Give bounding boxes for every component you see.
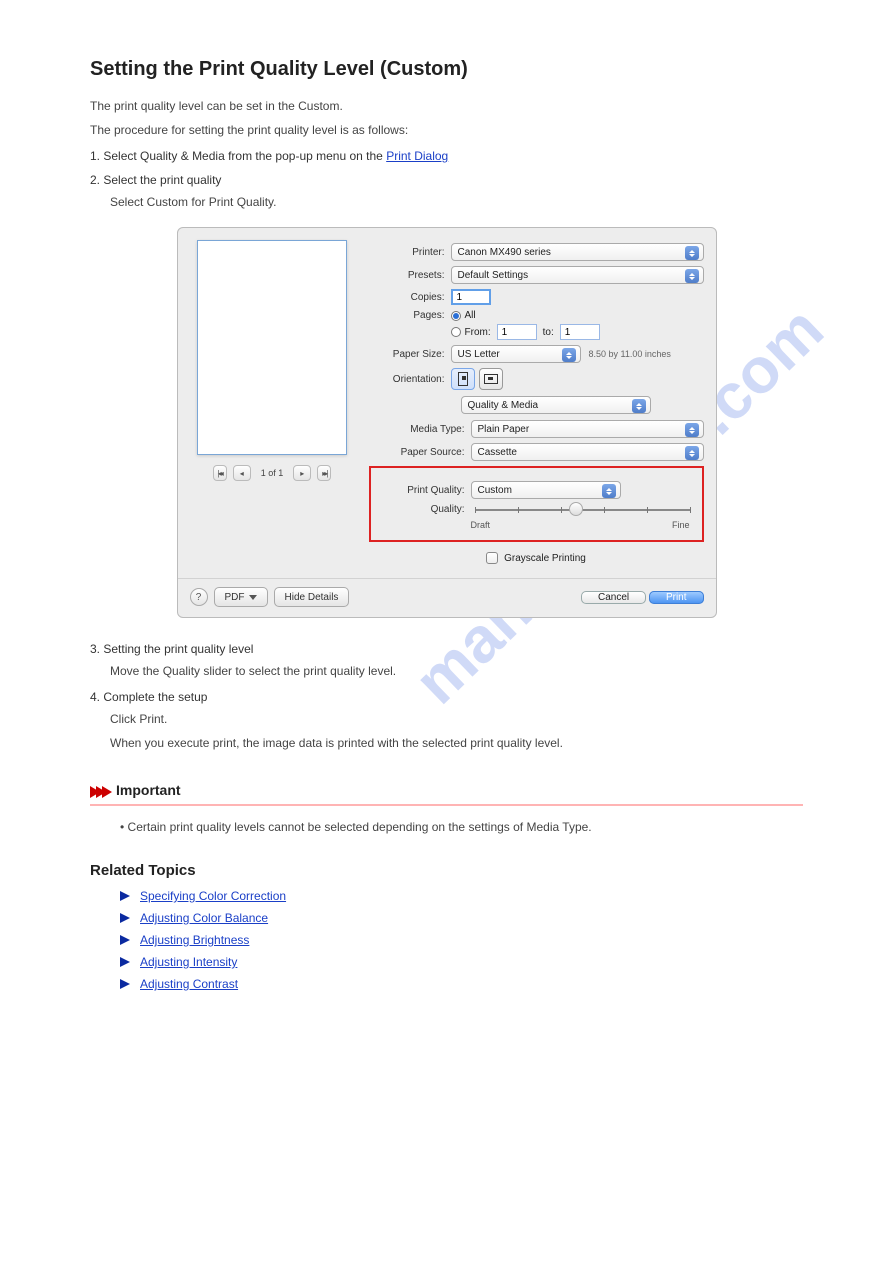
important-label: Important [116,782,181,798]
page-title: Setting the Print Quality Level (Custom) [90,58,803,81]
quality-min: Draft [471,520,491,530]
pages-all-radio[interactable] [451,311,461,321]
pages-from-input[interactable] [497,324,537,340]
pages-from-label: From: [465,327,491,338]
portrait-icon [458,372,468,386]
pages-to-label: to: [543,327,554,338]
step-subtext: Select Custom for Print Quality. [110,193,803,211]
presets-select[interactable]: Default Settings [451,266,704,284]
next-page-button[interactable]: ▸ [293,465,311,481]
section-popup[interactable]: Quality & Media [461,396,651,414]
hide-details-button[interactable]: Hide Details [274,587,350,607]
print-dialog-link[interactable]: Print Dialog [386,149,448,163]
print-dialog: |◂◂ ◂ 1 of 1 ▸ ▸▸| Printer: Canon MX490 … [177,227,717,618]
caret-icon [632,399,646,413]
prev-page-button[interactable]: ◂ [233,465,251,481]
grayscale-label: Grayscale Printing [504,553,586,564]
related-title: Related Topics [90,862,803,879]
step-number: 4. [90,690,100,704]
preview-nav: |◂◂ ◂ 1 of 1 ▸ ▸▸| [213,465,332,481]
important-divider [90,804,803,806]
arrow-icon [120,979,130,989]
paper-source-select[interactable]: Cassette [471,443,704,461]
help-button[interactable]: ? [190,588,208,606]
paper-size-label: Paper Size: [369,349,451,360]
pages-to-input[interactable] [560,324,600,340]
media-type-select[interactable]: Plain Paper [471,420,704,438]
media-type-label: Media Type: [369,424,471,435]
quality-slider[interactable] [475,505,690,515]
important-text: Certain print quality levels cannot be s… [128,820,592,834]
related-link[interactable]: Adjusting Contrast [140,977,238,991]
pages-all-text: All [465,310,476,321]
dropdown-icon [249,595,257,600]
arrow-icon [120,891,130,901]
proc-title: The procedure for setting the print qual… [90,121,803,139]
printer-label: Printer: [369,247,451,258]
arrow-icon [120,935,130,945]
step-text: Select Quality & Media from the pop-up m… [103,149,386,163]
slider-thumb[interactable] [569,502,583,516]
important-heading: Important [90,782,803,798]
arrow-icon [120,913,130,923]
caret-icon [685,269,699,283]
portrait-button[interactable] [451,368,475,390]
quality-highlight-box: Print Quality: Custom Quality: [369,466,704,542]
caret-icon [602,484,616,498]
step-number: 1. [90,149,100,163]
orientation-label: Orientation: [369,374,451,385]
caret-icon [685,423,699,437]
step-text: Complete the setup [103,690,207,704]
grayscale-checkbox[interactable] [486,552,498,564]
caret-icon [562,348,576,362]
quality-max: Fine [672,520,690,530]
presets-label: Presets: [369,270,451,281]
page-indicator: 1 of 1 [257,468,288,478]
paper-size-note: 8.50 by 11.00 inches [589,349,671,359]
step-text: Setting the print quality level [103,642,253,656]
related-link[interactable]: Adjusting Intensity [140,955,237,969]
cancel-button[interactable]: Cancel [581,591,646,604]
step-subtext: When you execute print, the image data i… [110,734,803,752]
arrow-icon [120,957,130,967]
paper-size-select[interactable]: US Letter [451,345,581,363]
copies-label: Copies: [369,292,451,303]
copies-input[interactable] [451,289,491,305]
intro-text: The print quality level can be set in th… [90,97,803,115]
print-quality-label: Print Quality: [379,485,471,496]
related-link[interactable]: Specifying Color Correction [140,889,286,903]
pdf-menu-button[interactable]: PDF [214,587,268,607]
caret-icon [685,246,699,260]
last-page-button[interactable]: ▸▸| [317,465,331,481]
caret-icon [685,446,699,460]
print-quality-select[interactable]: Custom [471,481,621,499]
step-number: 2. [90,173,100,187]
pages-label: Pages: [369,310,451,321]
step-text: Select the print quality [103,173,221,187]
landscape-icon [484,374,498,384]
preview-page [197,240,347,455]
step-subtext: Click Print. [110,710,803,728]
related-link[interactable]: Adjusting Color Balance [140,911,268,925]
landscape-button[interactable] [479,368,503,390]
related-link[interactable]: Adjusting Brightness [140,933,249,947]
step-number: 3. [90,642,100,656]
printer-select[interactable]: Canon MX490 series [451,243,704,261]
first-page-button[interactable]: |◂◂ [213,465,227,481]
print-button[interactable]: Print [649,591,704,604]
step-subtext: Move the Quality slider to select the pr… [110,662,803,680]
paper-source-label: Paper Source: [369,447,471,458]
dialog-divider [178,578,716,579]
preview-column: |◂◂ ◂ 1 of 1 ▸ ▸▸| [190,238,355,568]
pages-range-radio[interactable] [451,327,461,337]
quality-label: Quality: [379,504,471,515]
